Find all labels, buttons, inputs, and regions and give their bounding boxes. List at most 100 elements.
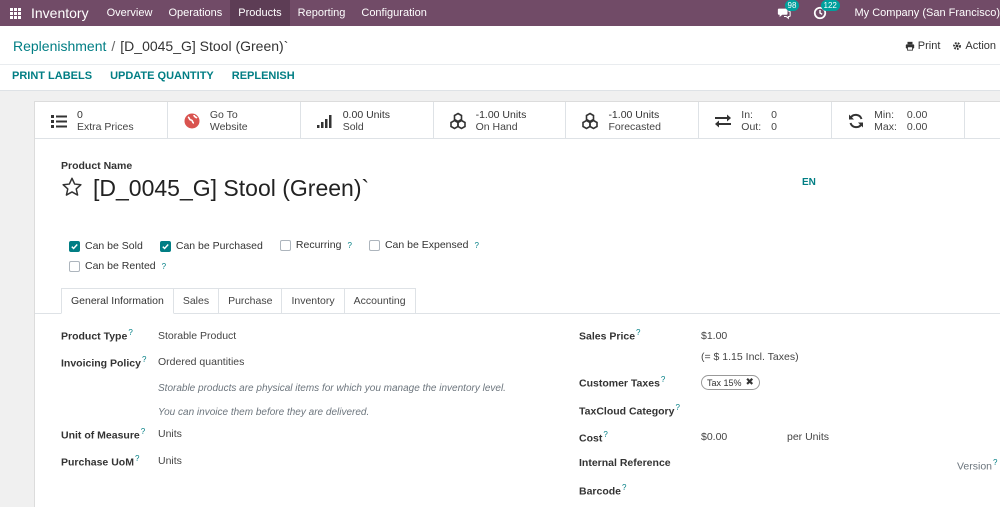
unit-of-measure-field: Unit of Measure?: [61, 427, 145, 442]
unit-of-measure-label: Unit of Measure: [61, 429, 140, 442]
cost-input[interactable]: $0.00: [701, 431, 727, 443]
smart-buttons: 0 Extra Prices Go To Website 0.00 Units Sol…: [35, 102, 1000, 139]
on-hand-value: -1.00 Units: [475, 108, 527, 121]
tax-tag[interactable]: Tax 15% ✖: [701, 375, 760, 390]
menu-reporting[interactable]: Reporting: [290, 0, 354, 26]
checkbox-empty-icon: [279, 239, 291, 251]
globe-icon: [184, 113, 200, 128]
website-line2: Website: [209, 120, 248, 133]
refresh-icon: [849, 113, 864, 128]
menu-products[interactable]: Products: [230, 0, 290, 26]
out-value: 0: [771, 120, 777, 133]
sales-price-field: Sales Price?: [579, 328, 641, 343]
forecasted-label: Forecasted: [608, 120, 661, 133]
extra-prices-button[interactable]: 0 Extra Prices: [35, 102, 168, 139]
help-icon[interactable]: ?: [128, 328, 132, 337]
help-icon[interactable]: ?: [661, 375, 665, 384]
version-field: Version?: [957, 458, 997, 473]
checkbox-checked-icon: [159, 240, 171, 252]
recurring-label: Recurring: [295, 239, 342, 251]
product-type-label: Product Type: [61, 330, 128, 343]
menu-configuration[interactable]: Configuration: [353, 0, 434, 26]
apps-menu-icon[interactable]: [3, 0, 27, 26]
help-icon[interactable]: ?: [474, 241, 478, 250]
cost-field: Cost?: [579, 430, 608, 445]
in-out-button[interactable]: In: 0 Out: 0: [699, 102, 833, 139]
sales-price-input[interactable]: $1.00: [701, 330, 727, 342]
tab-sales[interactable]: Sales: [173, 288, 220, 314]
breadcrumb-parent[interactable]: Replenishment: [13, 38, 106, 54]
invoicing-policy-select[interactable]: Ordered quantities: [158, 356, 244, 368]
purchase-uom-input[interactable]: Units: [158, 455, 182, 467]
cubes-icon: [582, 112, 599, 129]
taxcloud-category-field: TaxCloud Category?: [579, 403, 680, 418]
statusbar-buttons: PRINT LABELS UPDATE QUANTITY REPLENISH: [12, 70, 295, 82]
help-icon[interactable]: ?: [142, 355, 146, 364]
signal-chart-icon: [316, 114, 332, 128]
breadcrumb-current: [D_0045_G] Stool (Green)`: [120, 38, 289, 54]
website-line1: Go To: [209, 108, 238, 121]
cubes-icon: [449, 112, 466, 129]
language-button[interactable]: EN: [802, 177, 816, 188]
cost-unit: per Units: [787, 431, 830, 443]
replenish-button[interactable]: REPLENISH: [232, 70, 295, 82]
help-icon[interactable]: ?: [993, 458, 997, 467]
max-value: 0.00: [906, 120, 928, 133]
tab-inventory[interactable]: Inventory: [282, 288, 345, 314]
company-switcher[interactable]: My Company (San Francisco): [847, 7, 1000, 19]
forecasted-button[interactable]: -1.00 Units Forecasted: [566, 102, 700, 139]
help-icon[interactable]: ?: [636, 328, 640, 337]
messages-badge: 98: [784, 0, 800, 11]
tab-general-information[interactable]: General Information: [61, 288, 174, 314]
on-hand-button[interactable]: -1.00 Units On Hand: [434, 102, 567, 139]
print-labels-button[interactable]: PRINT LABELS: [12, 70, 92, 82]
remove-tag-icon[interactable]: ✖: [746, 377, 754, 388]
action-label: Action: [965, 40, 996, 52]
printer-icon: [905, 41, 914, 51]
min-max-button[interactable]: Min: 0.00 Max: 0.00: [832, 102, 966, 139]
messages-button[interactable]: 98: [775, 0, 800, 22]
help-icon[interactable]: ?: [675, 403, 679, 412]
can-be-sold-checkbox[interactable]: Can be Sold: [69, 240, 143, 252]
extra-prices-label: Extra Prices: [77, 120, 134, 133]
help-icon[interactable]: ?: [622, 483, 626, 492]
activities-button[interactable]: 122: [811, 0, 840, 22]
tab-purchase[interactable]: Purchase: [219, 288, 283, 314]
sold-button[interactable]: 0.00 Units Sold: [301, 102, 434, 139]
tab-accounting[interactable]: Accounting: [344, 288, 416, 314]
product-name-input[interactable]: [D_0045_G] Stool (Green)`: [93, 175, 369, 202]
taxcloud-category-label: TaxCloud Category: [579, 405, 675, 418]
invoicing-policy-label: Invoicing Policy: [61, 357, 141, 370]
print-button[interactable]: Print: [905, 40, 940, 52]
can-be-rented-checkbox[interactable]: Can be Rented?: [69, 260, 166, 272]
purchase-uom-field: Purchase UoM?: [61, 454, 139, 469]
action-button[interactable]: Action: [952, 40, 996, 52]
min-label: Min:: [874, 108, 894, 121]
can-be-expensed-checkbox[interactable]: Can be Expensed?: [368, 239, 479, 251]
help-icon[interactable]: ?: [603, 430, 607, 439]
product-type-select[interactable]: Storable Product: [158, 330, 236, 342]
help-icon[interactable]: ?: [141, 427, 145, 436]
forecasted-value: -1.00 Units: [608, 108, 660, 121]
checkbox-empty-icon: [69, 260, 80, 272]
favorite-star-icon[interactable]: [61, 176, 83, 201]
help-icon[interactable]: ?: [162, 262, 166, 271]
go-to-website-button[interactable]: Go To Website: [168, 102, 301, 139]
menu-overview[interactable]: Overview: [99, 0, 161, 26]
sales-price-label: Sales Price: [579, 330, 636, 343]
help-icon[interactable]: ?: [135, 454, 139, 463]
can-be-purchased-checkbox[interactable]: Can be Purchased: [159, 240, 263, 252]
unit-of-measure-input[interactable]: Units: [158, 428, 182, 440]
out-label: Out:: [741, 120, 762, 133]
more-smart-buttons[interactable]: [965, 102, 1000, 139]
product-type-note: Storable products are physical items for…: [158, 383, 506, 394]
help-icon[interactable]: ?: [347, 241, 351, 250]
max-label: Max:: [874, 120, 897, 133]
checkbox-empty-icon: [368, 239, 380, 251]
menu-operations[interactable]: Operations: [160, 0, 230, 26]
sold-label: Sold: [342, 120, 364, 133]
app-name[interactable]: Inventory: [31, 5, 89, 21]
update-quantity-button[interactable]: UPDATE QUANTITY: [110, 70, 214, 82]
internal-reference-field: Internal Reference: [579, 457, 671, 469]
recurring-checkbox[interactable]: Recurring?: [279, 239, 352, 251]
